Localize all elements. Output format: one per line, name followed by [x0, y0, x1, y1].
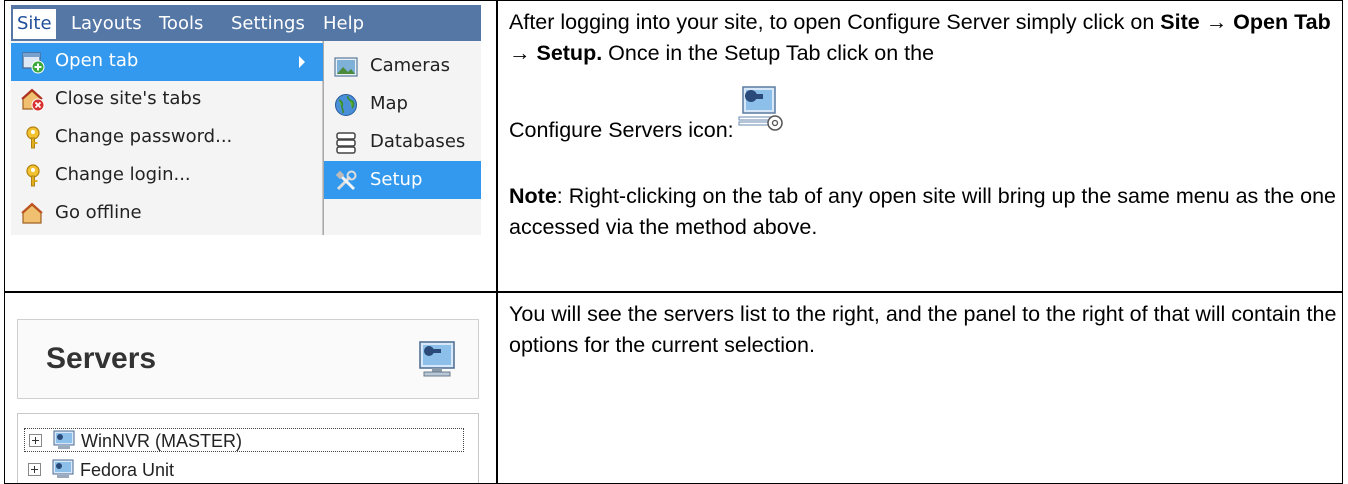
tree-item-winnvr[interactable]: WinNVR (MASTER): [24, 428, 464, 452]
column-divider: [496, 1, 498, 483]
submenu-item-cameras[interactable]: Cameras: [324, 47, 481, 85]
menu-item-go-offline[interactable]: Go offline: [11, 195, 323, 233]
tree-item-fedora-unit[interactable]: Fedora Unit: [24, 458, 464, 482]
servers-title: Servers: [46, 342, 157, 375]
menu-site[interactable]: Site: [13, 9, 56, 39]
menu-item-change-login[interactable]: Change login...: [11, 157, 323, 195]
servers-description: You will see the servers list to the rig…: [509, 299, 1339, 361]
document-table: Site Layouts Tools Settings Help Open ta…: [4, 0, 1343, 484]
server-icon: [52, 459, 74, 478]
row-divider: [5, 291, 1342, 293]
configure-servers-icon: [738, 86, 783, 131]
icon-caption: Configure Servers icon:: [509, 118, 734, 142]
submenu-item-map[interactable]: Map: [324, 85, 481, 123]
expand-icon[interactable]: [28, 463, 41, 476]
open-tab-icon: [22, 52, 45, 74]
menu-settings[interactable]: Settings: [231, 13, 305, 34]
instruction-text: After logging into your site, to open Co…: [509, 10, 1161, 34]
note-paragraph: Note: Right-clicking on the tab of any o…: [509, 181, 1339, 243]
offline-icon: [21, 202, 43, 224]
submenu-arrow-icon: [299, 56, 305, 68]
submenu-item-databases[interactable]: Databases: [324, 123, 481, 161]
description-text: You will see the servers list to the rig…: [509, 302, 1337, 357]
tree-item-label: Fedora Unit: [80, 460, 175, 480]
configure-servers-line: Configure Servers icon:: [509, 85, 1339, 142]
key-icon: [26, 126, 40, 149]
monitor-icon: [419, 341, 455, 377]
menu-item-open-tab[interactable]: Open tab: [11, 43, 323, 81]
site-dropdown: Open tab Close site's tabs Change passwo…: [11, 41, 323, 235]
menu-item-change-password[interactable]: Change password...: [11, 119, 323, 157]
submenu-item-setup[interactable]: Setup: [324, 161, 481, 199]
key-icon: [26, 164, 40, 187]
tree-item-label: WinNVR (MASTER): [81, 431, 242, 451]
servers-tree: WinNVR (MASTER) Fedora Unit: [17, 413, 479, 483]
submenu-item-label: Cameras: [370, 55, 451, 76]
menu-item-label: Go offline: [55, 202, 142, 223]
menu-screenshot: Site Layouts Tools Settings Help Open ta…: [11, 5, 481, 235]
servers-screenshot: Servers WinNVR (MASTER) Fedora Unit: [17, 319, 479, 483]
tools-icon: [335, 170, 357, 191]
server-icon: [53, 430, 75, 449]
camera-icon: [334, 57, 358, 77]
instruction-text: Once in the Setup Tab click on the: [602, 41, 935, 65]
globe-icon: [335, 94, 357, 116]
menubar: Site Layouts Tools Settings Help: [11, 5, 481, 41]
setup-instructions: After logging into your site, to open Co…: [509, 7, 1339, 69]
menu-help[interactable]: Help: [323, 13, 364, 34]
expand-icon[interactable]: [29, 434, 42, 447]
menu-item-label: Open tab: [55, 50, 139, 71]
close-site-icon: [21, 88, 45, 112]
menu-item-label: Change login...: [55, 164, 191, 185]
submenu-item-label: Map: [370, 93, 408, 114]
menu-item-label: Close site's tabs: [55, 88, 202, 109]
menu-layouts[interactable]: Layouts: [71, 13, 142, 34]
open-tab-submenu: Cameras Map Databases Setup: [323, 41, 481, 235]
menu-item-label: Change password...: [55, 126, 233, 147]
note-label: Note: [509, 184, 557, 208]
menu-tools[interactable]: Tools: [159, 13, 203, 34]
servers-header: Servers: [17, 319, 479, 399]
submenu-item-label: Databases: [370, 131, 466, 152]
menu-item-close-site-tabs[interactable]: Close site's tabs: [11, 81, 323, 119]
database-icon: [336, 132, 356, 154]
note-text: : Right-clicking on the tab of any open …: [509, 184, 1337, 239]
submenu-item-label: Setup: [370, 169, 423, 190]
